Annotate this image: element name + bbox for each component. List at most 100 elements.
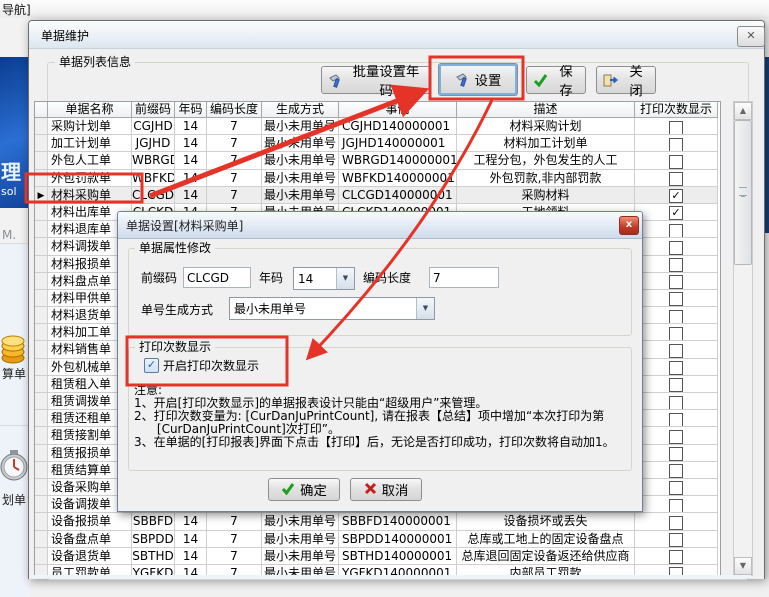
table-row[interactable]: 设备报损单SBBFD147最小未用单号SBBFD140000001设备损坏或丢失 (35, 513, 720, 530)
check-icon (281, 482, 295, 498)
cell-method: 最小未用单号 (262, 513, 339, 530)
settings-dialog-titlebar[interactable]: 单据设置[材料采购单] x (118, 212, 642, 239)
table-row[interactable]: 采购计划单CGJHD147最小未用单号CGJHD140000001材料采购计划 (35, 118, 720, 135)
header-cell: 打印次数显示 (635, 102, 718, 118)
print-display-checkbox[interactable] (669, 121, 683, 135)
scrollbar-thumb[interactable] (734, 120, 752, 265)
cell-print-display: ✓ (635, 204, 718, 221)
cell-print-display (635, 548, 718, 565)
table-row[interactable]: ▶材料采购单CLCGD147最小未用单号CLCGD140000001采购材料✓ (35, 187, 720, 204)
cell-print-display (635, 341, 718, 358)
dialog-titlebar[interactable]: 单据维护 ✕ (29, 21, 764, 49)
chevron-down-icon[interactable]: ▼ (416, 298, 434, 319)
cell-document-name: 采购计划单 (48, 118, 132, 135)
print-display-checkbox[interactable] (669, 447, 683, 461)
cell-example: WBRGD140000001 (339, 152, 457, 169)
table-row[interactable]: 加工计划单JGJHD147最小未用单号JGJHD140000001材料加工计划单 (35, 135, 720, 152)
print-display-checkbox[interactable] (669, 327, 683, 341)
year-label: 年码 (259, 271, 283, 285)
print-display-checkbox[interactable] (669, 378, 683, 392)
cell-document-name: 设备报损单 (48, 513, 132, 530)
length-input[interactable] (429, 267, 499, 288)
cell-print-display (635, 238, 718, 255)
settings-button[interactable]: 设置 (438, 63, 518, 96)
ok-button[interactable]: 确定 (268, 478, 340, 501)
cell-document-name: 设备退货单 (48, 548, 132, 565)
row-marker (35, 152, 48, 169)
scroll-down-icon[interactable]: ▼ (734, 557, 752, 575)
print-display-checkbox[interactable] (669, 361, 683, 375)
save-button[interactable]: 保存 (526, 66, 586, 94)
row-marker (35, 135, 48, 152)
cell-description: 外包罚款,非内部罚款 (457, 170, 635, 187)
close-icon[interactable]: x (619, 216, 639, 235)
table-row[interactable]: 外包罚款单WBFKD147最小未用单号WBFKD140000001外包罚款,非内… (35, 170, 720, 187)
vertical-scrollbar[interactable]: ▲ ▼ (733, 101, 753, 576)
print-display-checkbox[interactable] (669, 516, 683, 530)
prefix-input[interactable] (183, 267, 251, 288)
print-display-checkbox[interactable] (669, 224, 683, 238)
year-combo[interactable]: 14 ▼ (293, 267, 355, 290)
print-display-checkbox[interactable] (669, 292, 683, 306)
print-display-checkbox[interactable] (669, 481, 683, 495)
print-display-checkbox[interactable] (669, 155, 683, 169)
print-display-checkbox[interactable] (669, 464, 683, 478)
print-display-checkbox[interactable] (669, 550, 683, 564)
row-marker (35, 273, 48, 290)
print-display-checkbox[interactable] (669, 533, 683, 547)
row-marker (35, 256, 48, 273)
print-display-checkbox[interactable] (669, 499, 683, 513)
print-display-checkbox[interactable] (669, 138, 683, 152)
print-display-checkbox[interactable] (669, 310, 683, 324)
print-display-checkbox[interactable] (669, 430, 683, 444)
print-display-checkbox[interactable]: ✓ (669, 206, 683, 220)
cell-description: 总库退回固定设备返还给供应商 (457, 548, 635, 565)
clock-icon[interactable] (0, 446, 28, 491)
print-count-checkbox[interactable]: ✓ (144, 358, 159, 373)
print-display-checkbox[interactable] (669, 413, 683, 427)
header-cell-marker (35, 102, 48, 118)
cell-example: JGJHD140000001 (339, 135, 457, 152)
hammer-icon (328, 73, 343, 88)
header-cell: 编码长度 (207, 102, 262, 118)
print-display-checkbox[interactable] (669, 396, 683, 410)
cell-prefix: SBBFD (132, 513, 175, 530)
batch-set-year-button[interactable]: 批量设置年码 (321, 66, 431, 94)
exit-door-icon (603, 73, 618, 88)
cell-print-display (635, 170, 718, 187)
dialog-title: 单据维护 (41, 27, 89, 44)
cell-method: 最小未用单号 (262, 170, 339, 187)
print-display-checkbox[interactable]: ✓ (669, 189, 683, 203)
method-combo[interactable]: 最小未用单号 ▼ (229, 297, 435, 320)
row-marker (35, 462, 48, 479)
cancel-button[interactable]: 取消 (350, 478, 422, 501)
cell-print-display (635, 393, 718, 410)
chevron-down-icon[interactable]: ▼ (336, 268, 354, 289)
cell-year: 14 (175, 531, 207, 548)
scroll-up-icon[interactable]: ▲ (734, 102, 752, 120)
button-label: 保存 (553, 61, 579, 99)
close-button[interactable]: 关闭 (596, 66, 656, 94)
table-row[interactable]: 外包人工单WBRGD147最小未用单号WBRGD140000001工程分包，外包… (35, 152, 720, 169)
button-label: 确定 (300, 480, 327, 499)
cell-description: 材料采购计划 (457, 118, 635, 135)
print-display-checkbox[interactable] (669, 172, 683, 186)
cell-length: 7 (207, 531, 262, 548)
cell-year: 14 (175, 187, 207, 204)
sidebar-item-huadan[interactable]: 划单 (2, 491, 26, 508)
close-icon[interactable]: ✕ (737, 26, 765, 47)
cell-method: 最小未用单号 (262, 187, 339, 204)
background-logo-banner: 理 sol (0, 57, 30, 208)
hammer-icon (455, 72, 470, 87)
table-row[interactable]: 设备盘点单SBPDD147最小未用单号SBPDD140000001总库或工地上的… (35, 531, 720, 548)
cell-print-display (635, 445, 718, 462)
print-display-checkbox[interactable] (669, 344, 683, 358)
cell-length: 7 (207, 135, 262, 152)
sidebar-item-suandan[interactable]: 算单 (2, 365, 26, 382)
print-display-checkbox[interactable] (669, 241, 683, 255)
print-display-checkbox[interactable] (669, 275, 683, 289)
table-row[interactable]: 设备退货单SBTHD147最小未用单号SBTHD140000001总库退回固定设… (35, 548, 720, 565)
print-display-checkbox[interactable] (669, 258, 683, 272)
background-window-titlebar: 导航] (0, 0, 769, 18)
coins-icon[interactable] (1, 328, 27, 367)
